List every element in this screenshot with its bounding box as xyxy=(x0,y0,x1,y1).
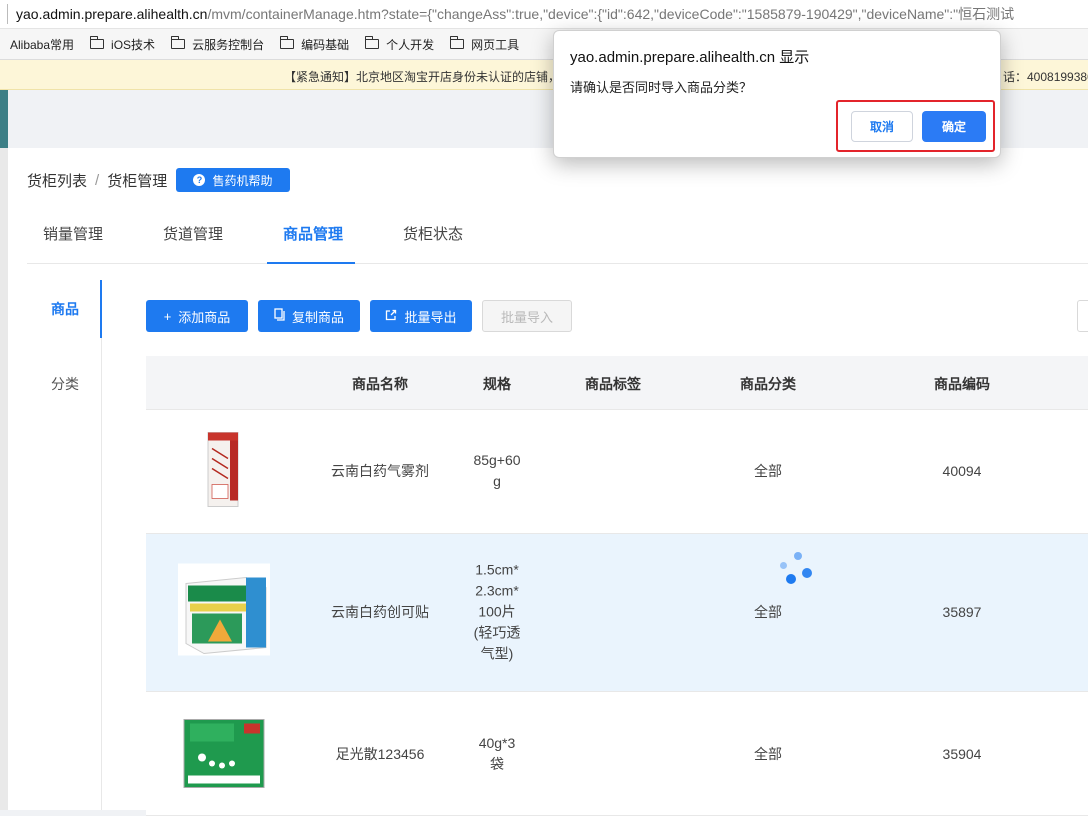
column-header-tag: 商品标签 xyxy=(585,376,641,392)
copy-product-label: 复制商品 xyxy=(291,309,344,325)
table-row[interactable]: 云南白药气雾剂 85g+60g 全部 40094 xyxy=(146,410,1088,534)
add-product-label: 添加商品 xyxy=(178,309,231,325)
confirm-dialog: yao.admin.prepare.alihealth.cn 显示 请确认是否同… xyxy=(553,30,1001,158)
product-image xyxy=(178,707,270,801)
batch-import-label: 批量导入 xyxy=(500,309,553,325)
batch-import-button[interactable]: 批量导入 xyxy=(482,300,572,332)
column-header-code: 商品编码 xyxy=(934,376,990,392)
bookmark-ios[interactable]: iOS技术 xyxy=(89,36,156,53)
tab-bar: 销量管理 货道管理 商品管理 货柜状态 xyxy=(27,212,1088,264)
url-path: /mvm/containerManage.htm?state={"changeA… xyxy=(207,6,1015,22)
main-content: 货柜列表 / 货柜管理 ? 售药机帮助 销量管理 货道管理 商品管理 货柜状态 … xyxy=(8,148,1088,816)
dialog-title: yao.admin.prepare.alihealth.cn 显示 xyxy=(570,49,810,66)
bookmark-label: 编码基础 xyxy=(301,37,350,52)
add-product-button[interactable]: + 添加商品 xyxy=(146,300,248,332)
bookmark-label: 个人开发 xyxy=(386,37,435,52)
batch-export-label: 批量导出 xyxy=(404,309,457,325)
dialog-message: 请确认是否同时导入商品分类？ xyxy=(570,80,753,95)
product-category: 全部 xyxy=(754,463,782,479)
table-row[interactable]: 足光散123456 40g*3袋 全部 35904 xyxy=(146,692,1088,816)
product-name: 云南白药创可贴 xyxy=(331,604,429,620)
tab-status[interactable]: 货柜状态 xyxy=(403,223,463,244)
bookmark-alibaba[interactable]: Alibaba常用 xyxy=(10,36,74,53)
product-code: 35904 xyxy=(942,746,982,762)
plus-icon: + xyxy=(163,308,172,324)
product-code: 40094 xyxy=(942,463,982,479)
bookmark-personal-dev[interactable]: 个人开发 xyxy=(364,36,435,53)
column-header-spec: 规格 xyxy=(483,376,511,392)
side-nav-edge xyxy=(0,90,8,148)
folder-icon xyxy=(449,36,465,49)
notice-text: 【紧急通知】北京地区淘宝开店身份未认证的店铺， xyxy=(284,70,561,84)
folder-icon xyxy=(364,36,380,49)
product-spec: 85g+60g xyxy=(473,452,521,489)
url-host: yao.admin.prepare.alihealth.cn xyxy=(16,6,208,22)
bookmark-label: Alibaba常用 xyxy=(10,37,75,52)
table-row[interactable]: 云南白药创可贴 1.5cm*2.3cm*100片(轻巧透气型) 全部 35897 xyxy=(146,534,1088,692)
column-header-name: 商品名称 xyxy=(352,376,408,392)
folder-icon xyxy=(89,36,105,49)
active-tab-indicator xyxy=(267,262,355,264)
export-icon xyxy=(385,309,397,324)
address-bar[interactable]: yao.admin.prepare.alihealth.cn/mvm/conta… xyxy=(0,0,1088,29)
tab-channels[interactable]: 货道管理 xyxy=(163,223,223,244)
notice-phone: 话：4008199380 xyxy=(1003,70,1088,84)
breadcrumb-separator: / xyxy=(95,172,100,189)
copy-product-button[interactable]: 复制商品 xyxy=(258,300,360,332)
bookmark-label: 云服务控制台 xyxy=(192,37,265,52)
bookmark-web-tools[interactable]: 网页工具 xyxy=(449,36,520,53)
help-button-label: 售药机帮助 xyxy=(212,173,273,188)
product-table-header: 商品名称 规格 商品标签 商品分类 商品编码 xyxy=(146,356,1088,410)
submenu-active-indicator xyxy=(100,280,102,338)
confirm-button[interactable]: 确定 xyxy=(922,111,986,142)
tab-products[interactable]: 商品管理 xyxy=(283,223,343,244)
product-spec: 40g*3袋 xyxy=(478,735,516,772)
side-nav-edge-lower xyxy=(0,148,8,810)
tab-sales[interactable]: 销量管理 xyxy=(43,223,103,244)
bookmark-label: 网页工具 xyxy=(471,37,520,52)
product-code: 35897 xyxy=(942,604,982,620)
breadcrumb: 货柜列表 / 货柜管理 xyxy=(27,170,167,191)
folder-icon xyxy=(170,36,186,49)
vending-help-button[interactable]: ? 售药机帮助 xyxy=(176,168,290,192)
folder-icon xyxy=(279,36,295,49)
product-name: 云南白药气雾剂 xyxy=(331,463,429,479)
cancel-button[interactable]: 取消 xyxy=(851,111,913,142)
submenu-products[interactable]: 商品 xyxy=(51,299,79,319)
product-submenu: 商品 分类 xyxy=(27,280,102,810)
product-category: 全部 xyxy=(754,746,782,762)
product-name: 足光散123456 xyxy=(335,746,425,762)
bookmark-label: iOS技术 xyxy=(111,37,156,52)
bookmark-cloud-console[interactable]: 云服务控制台 xyxy=(170,36,265,53)
column-header-category: 商品分类 xyxy=(740,376,796,392)
loading-spinner-icon xyxy=(778,552,818,592)
address-bar-edge xyxy=(0,4,8,24)
product-spec: 1.5cm*2.3cm*100片(轻巧透气型) xyxy=(473,561,521,662)
product-image xyxy=(204,429,244,514)
submenu-categories[interactable]: 分类 xyxy=(51,374,79,394)
breadcrumb-container-list[interactable]: 货柜列表 xyxy=(27,170,87,191)
bookmark-coding-basics[interactable]: 编码基础 xyxy=(279,36,350,53)
copy-icon xyxy=(274,308,285,324)
product-image xyxy=(178,563,270,661)
batch-export-button[interactable]: 批量导出 xyxy=(370,300,472,332)
breadcrumb-container-manage: 货柜管理 xyxy=(107,173,168,190)
extra-toolbar-button[interactable] xyxy=(1077,300,1088,332)
product-category: 全部 xyxy=(754,604,782,620)
question-icon: ? xyxy=(193,174,206,186)
